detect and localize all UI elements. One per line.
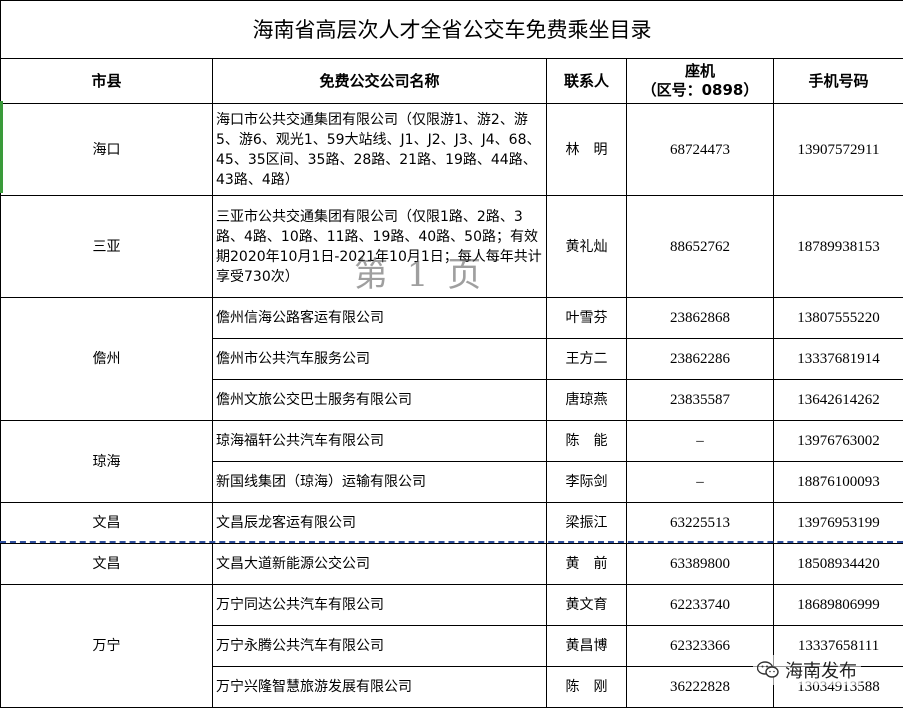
company-cell: 万宁永腾公共汽车有限公司 xyxy=(213,626,547,667)
header-company: 免费公交公司名称 xyxy=(213,59,547,104)
county-cell: 海口 xyxy=(1,104,213,196)
header-mobile: 手机号码 xyxy=(774,59,903,104)
landline-cell: 68724473 xyxy=(627,104,774,196)
header-landline-label: 座机 xyxy=(630,62,770,81)
landline-cell: 23862868 xyxy=(627,298,774,339)
mobile-cell: 18689806999 xyxy=(774,585,903,626)
selection-marker xyxy=(0,101,3,193)
company-cell: 儋州文旅公交巴士服务有限公司 xyxy=(213,380,547,421)
header-county: 市县 xyxy=(1,59,213,104)
header-contact: 联系人 xyxy=(547,59,627,104)
header-landline: 座机 （区号：0898） xyxy=(627,59,774,104)
county-cell: 三亚 xyxy=(1,196,213,298)
page-break-line xyxy=(0,541,903,543)
table-row: 海口 海口市公共交通集团有限公司（仅限游1、游2、游5、游6、观光1、59大站线… xyxy=(1,104,903,196)
landline-cell: 62323366 xyxy=(627,626,774,667)
wechat-icon xyxy=(757,661,779,679)
table-row: 文昌 文昌大道新能源公交公司 黄 前 63389800 18508934420 xyxy=(1,544,903,585)
header-landline-area: （区号：0898） xyxy=(630,81,770,100)
contact-cell: 王方二 xyxy=(547,339,627,380)
landline-cell: 63389800 xyxy=(627,544,774,585)
county-cell: 万宁 xyxy=(1,585,213,708)
table-row: 儋州 儋州信海公路客运有限公司 叶雪芬 23862868 13807555220 xyxy=(1,298,903,339)
contact-cell: 黄 前 xyxy=(547,544,627,585)
company-cell: 文昌大道新能源公交公司 xyxy=(213,544,547,585)
mobile-cell: 13907572911 xyxy=(774,104,903,196)
county-cell: 文昌 xyxy=(1,544,213,585)
contact-cell: 梁振江 xyxy=(547,503,627,544)
spreadsheet: 海南省高层次人才全省公交车免费乘坐目录 市县 免费公交公司名称 联系人 座机 （… xyxy=(0,0,903,707)
company-cell: 新国线集团（琼海）运输有限公司 xyxy=(213,462,547,503)
company-cell: 三亚市公共交通集团有限公司（仅限1路、2路、3路、4路、10路、11路、19路、… xyxy=(213,196,547,298)
landline-cell: 63225513 xyxy=(627,503,774,544)
landline-cell: 88652762 xyxy=(627,196,774,298)
table-row: 琼海 琼海福轩公共汽车有限公司 陈 能 – 13976763002 xyxy=(1,421,903,462)
landline-cell: – xyxy=(627,462,774,503)
contact-cell: 叶雪芬 xyxy=(547,298,627,339)
mobile-cell: 13976763002 xyxy=(774,421,903,462)
mobile-cell: 18508934420 xyxy=(774,544,903,585)
contact-cell: 李际剑 xyxy=(547,462,627,503)
contact-cell: 林 明 xyxy=(547,104,627,196)
landline-cell: 23835587 xyxy=(627,380,774,421)
table-row: 三亚 三亚市公共交通集团有限公司（仅限1路、2路、3路、4路、10路、11路、1… xyxy=(1,196,903,298)
mobile-cell: 13642614262 xyxy=(774,380,903,421)
contact-cell: 陈 能 xyxy=(547,421,627,462)
page-title: 海南省高层次人才全省公交车免费乘坐目录 xyxy=(1,1,903,59)
company-cell: 儋州信海公路客运有限公司 xyxy=(213,298,547,339)
table-row: 文昌 文昌辰龙客运有限公司 梁振江 63225513 13976953199 xyxy=(1,503,903,544)
landline-cell: 62233740 xyxy=(627,585,774,626)
contact-cell: 黄礼灿 xyxy=(547,196,627,298)
mobile-cell: 13807555220 xyxy=(774,298,903,339)
county-cell: 儋州 xyxy=(1,298,213,421)
company-cell: 海口市公共交通集团有限公司（仅限游1、游2、游5、游6、观光1、59大站线、J1… xyxy=(213,104,547,196)
company-cell: 万宁兴隆智慧旅游发展有限公司 xyxy=(213,667,547,708)
landline-cell: 36222828 xyxy=(627,667,774,708)
company-cell: 儋州市公共汽车服务公司 xyxy=(213,339,547,380)
landline-cell: 23862286 xyxy=(627,339,774,380)
mobile-cell: 13976953199 xyxy=(774,503,903,544)
county-cell: 琼海 xyxy=(1,421,213,503)
contact-cell: 黄文育 xyxy=(547,585,627,626)
company-cell: 琼海福轩公共汽车有限公司 xyxy=(213,421,547,462)
mobile-cell: 18789938153 xyxy=(774,196,903,298)
county-cell: 文昌 xyxy=(1,503,213,544)
landline-cell: – xyxy=(627,421,774,462)
mobile-cell: 13337681914 xyxy=(774,339,903,380)
logo-text: 海南发布 xyxy=(785,657,857,683)
contact-cell: 陈 刚 xyxy=(547,667,627,708)
wechat-logo: 海南发布 xyxy=(753,655,861,685)
table-row: 万宁 万宁同达公共汽车有限公司 黄文育 62233740 18689806999 xyxy=(1,585,903,626)
bus-directory-table: 海南省高层次人才全省公交车免费乘坐目录 市县 免费公交公司名称 联系人 座机 （… xyxy=(0,0,903,708)
company-cell: 文昌辰龙客运有限公司 xyxy=(213,503,547,544)
contact-cell: 黄昌博 xyxy=(547,626,627,667)
contact-cell: 唐琼燕 xyxy=(547,380,627,421)
mobile-cell: 18876100093 xyxy=(774,462,903,503)
company-cell: 万宁同达公共汽车有限公司 xyxy=(213,585,547,626)
